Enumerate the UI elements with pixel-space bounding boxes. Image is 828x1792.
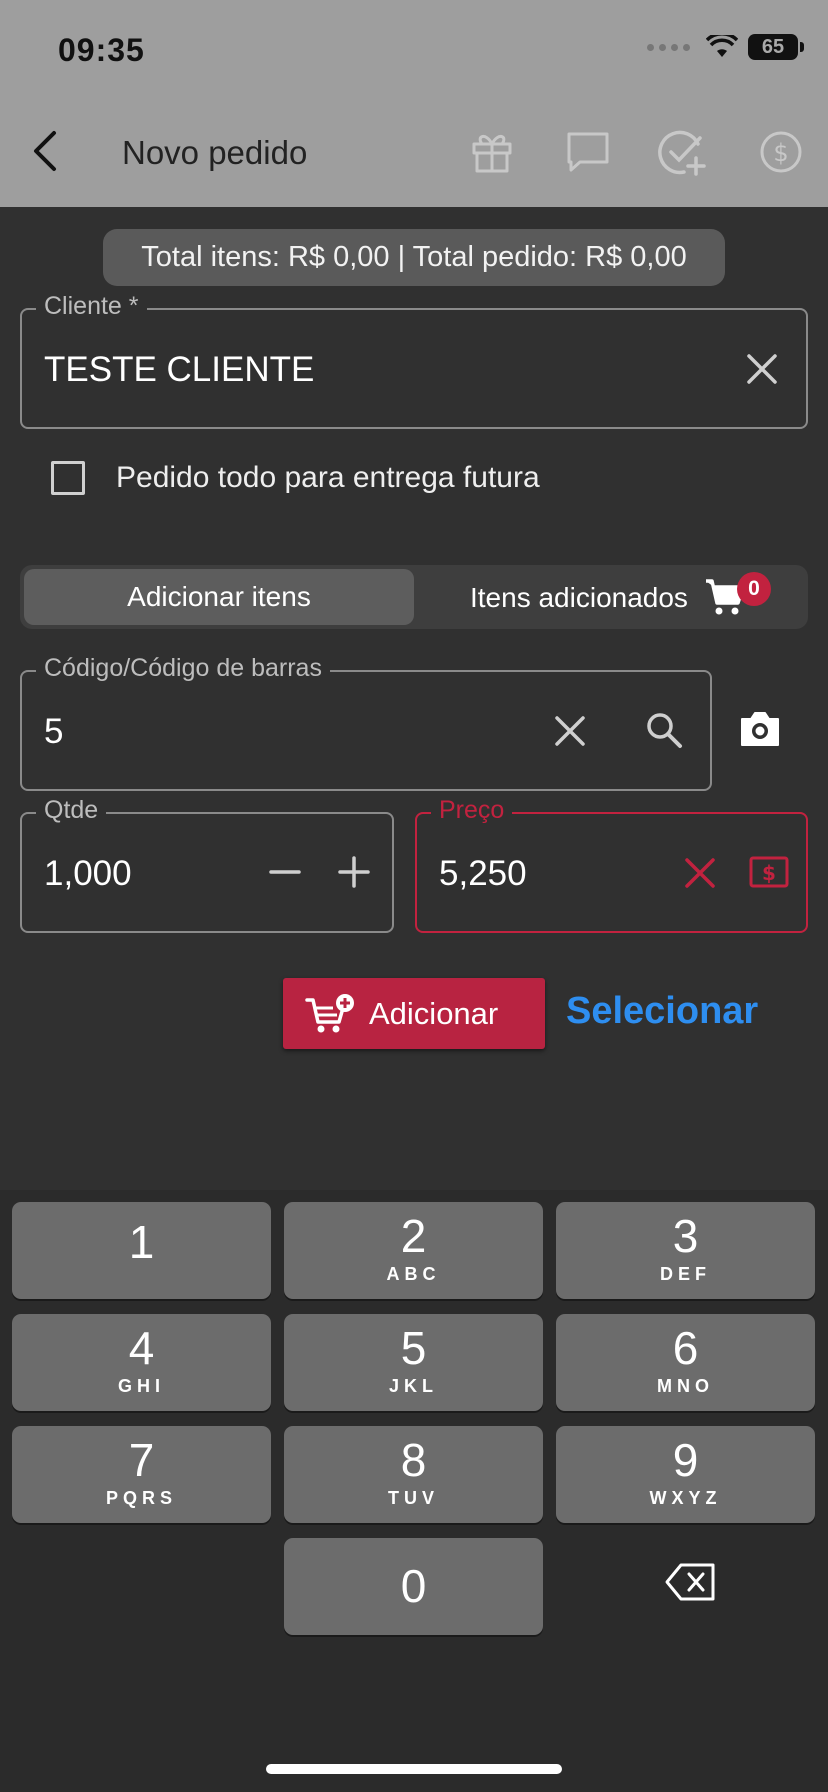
- future-delivery-label: Pedido todo para entrega futura: [116, 461, 540, 494]
- price-field-label: Preço: [431, 796, 513, 825]
- future-delivery-checkbox[interactable]: [51, 461, 85, 495]
- select-button[interactable]: Selecionar: [566, 990, 758, 1033]
- gift-icon[interactable]: [468, 128, 516, 176]
- code-field-label: Código/Código de barras: [36, 654, 330, 683]
- code-field[interactable]: Código/Código de barras 5: [20, 654, 712, 791]
- add-item-button[interactable]: Adicionar: [283, 978, 545, 1049]
- camera-icon[interactable]: [739, 709, 781, 749]
- check-add-icon[interactable]: [658, 128, 706, 176]
- client-field-value[interactable]: TESTE CLIENTE: [44, 350, 314, 390]
- items-tabs: Adicionar itens Itens adicionados: [20, 565, 808, 629]
- price-list-icon[interactable]: $: [749, 855, 789, 889]
- add-item-button-label: Adicionar: [369, 995, 499, 1031]
- plus-icon[interactable]: [338, 856, 370, 888]
- wifi-icon: [706, 35, 738, 57]
- svg-text:$: $: [773, 139, 788, 167]
- key-5[interactable]: 5 JKL: [284, 1314, 543, 1411]
- backspace-icon[interactable]: [665, 1562, 717, 1602]
- back-arrow-icon[interactable]: [26, 127, 66, 175]
- page-title: Novo pedido: [122, 134, 308, 171]
- quantity-field[interactable]: Qtde 1,000: [20, 796, 394, 933]
- dollar-circle-icon[interactable]: $: [757, 128, 805, 176]
- cart-add-icon: [305, 993, 354, 1032]
- quantity-field-label: Qtde: [36, 796, 107, 825]
- code-field-value[interactable]: 5: [44, 712, 63, 752]
- key-3[interactable]: 3 DEF: [556, 1202, 815, 1299]
- key-1[interactable]: 1: [12, 1202, 271, 1299]
- svg-text:$: $: [762, 861, 776, 885]
- home-indicator[interactable]: [266, 1764, 562, 1774]
- tab-add-items[interactable]: Adicionar itens: [24, 569, 414, 625]
- clear-client-icon[interactable]: [746, 353, 778, 385]
- battery-icon: 65: [748, 34, 804, 60]
- client-field[interactable]: Cliente * TESTE CLIENTE: [20, 292, 808, 429]
- client-field-label: Cliente *: [36, 292, 147, 321]
- chat-icon[interactable]: [564, 128, 612, 176]
- key-9[interactable]: 9 WXYZ: [556, 1426, 815, 1523]
- cart-count-badge: 0: [737, 572, 771, 606]
- price-field[interactable]: Preço 5,250 $: [415, 796, 808, 933]
- minus-icon[interactable]: [269, 856, 301, 888]
- quantity-field-value[interactable]: 1,000: [44, 854, 132, 894]
- key-7[interactable]: 7 PQRS: [12, 1426, 271, 1523]
- clear-code-icon[interactable]: [554, 715, 586, 747]
- key-6[interactable]: 6 MNO: [556, 1314, 815, 1411]
- totals-summary: Total itens: R$ 0,00 | Total pedido: R$ …: [103, 229, 725, 286]
- status-time: 09:35: [58, 32, 145, 68]
- price-field-value[interactable]: 5,250: [439, 854, 527, 894]
- key-4[interactable]: 4 GHI: [12, 1314, 271, 1411]
- key-2[interactable]: 2 ABC: [284, 1202, 543, 1299]
- tab-added-items[interactable]: Itens adicionados: [470, 582, 688, 614]
- status-icons: 65: [647, 34, 804, 60]
- key-8[interactable]: 8 TUV: [284, 1426, 543, 1523]
- signal-icon: [647, 43, 690, 51]
- key-0[interactable]: 0: [284, 1538, 543, 1635]
- clear-price-icon[interactable]: [684, 857, 716, 889]
- search-icon[interactable]: [644, 710, 684, 750]
- top-bar: 09:35 65 Novo pedido $: [0, 0, 828, 207]
